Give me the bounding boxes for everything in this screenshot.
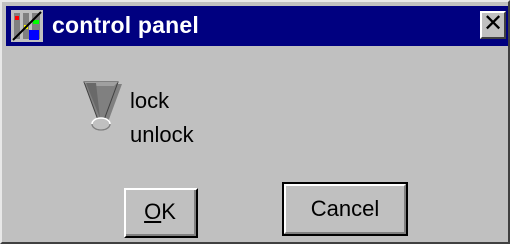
lock-label[interactable]: lock (130, 88, 169, 114)
close-icon: ✕ (482, 10, 504, 37)
close-button[interactable]: ✕ (480, 11, 506, 39)
ok-mnemonic: O (144, 199, 162, 224)
ok-button-label: OK (126, 190, 196, 236)
title-bar[interactable]: control panel ✕ (6, 6, 508, 46)
ok-button[interactable]: OK (124, 188, 198, 238)
lever-switch-icon[interactable] (78, 80, 128, 136)
control-panel-icon (11, 10, 43, 42)
window-title: control panel (52, 12, 200, 38)
control-panel-window: control panel ✕ lock unlock OK Cancel (0, 0, 510, 244)
cancel-button-label: Cancel (284, 184, 406, 234)
ok-label-rest: K (161, 199, 176, 224)
cancel-button[interactable]: Cancel (282, 182, 408, 236)
unlock-label[interactable]: unlock (130, 122, 194, 148)
